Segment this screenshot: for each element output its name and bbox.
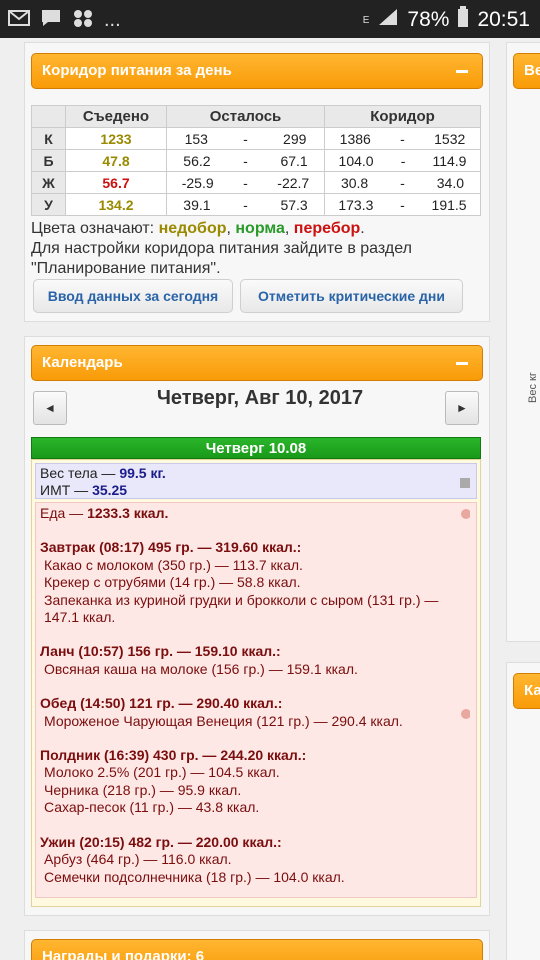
- food-total-value: 1233.3 ккал.: [87, 505, 169, 521]
- message-icon: [40, 8, 62, 33]
- meal-item: Семечки подсолнечника (18 гр.) — 104.0 к…: [44, 868, 345, 885]
- day-body: Вес тела — 99.5 кг. ИМТ — 35.25 Еда — 12…: [31, 459, 481, 907]
- table-header-empty: [31, 105, 66, 128]
- corridor-table: Съедено Осталось Коридор К 1233 153-299 …: [31, 105, 481, 216]
- battery-percent: 78%: [407, 8, 450, 31]
- legend-over: перебор: [293, 220, 361, 237]
- right-widget-calories: Ка: [506, 662, 540, 960]
- meal-item: Черника (218 гр.) — 95.9 ккал.: [44, 781, 242, 798]
- corridor-range: 30.8-34.0: [324, 171, 481, 194]
- weight-box[interactable]: Вес тела — 99.5 кг. ИМТ — 35.25: [35, 463, 477, 499]
- meal-title-snack: Полдник (16:39) 430 гр. — 244.20 ккал.:: [40, 747, 307, 764]
- calendar-date: Четверг, Авг 10, 2017: [156, 387, 364, 409]
- awards-title: Награды и подарки: 6: [42, 948, 205, 960]
- meal-title-supper: Ужин (20:15) 482 гр. — 220.00 ккал.:: [40, 833, 282, 850]
- food-box[interactable]: Еда — 1233.3 ккал. Завтрак (08:17) 495 г…: [35, 502, 477, 898]
- table-row-zh: Ж 56.7 -25.9- -22.7 30.8-34.0: [31, 171, 481, 194]
- weight-value: 99.5 кг.: [119, 465, 166, 481]
- left-range: 56.2-67.1: [166, 149, 325, 172]
- corridor-header[interactable]: Коридор питания за день: [31, 53, 483, 89]
- minimize-icon[interactable]: [456, 70, 468, 73]
- corridor-range: 1386-1532: [324, 127, 481, 150]
- clock: 20:51: [477, 8, 530, 31]
- table-row-u: У 134.2 39.1-57.3 173.3-191.5: [31, 193, 481, 216]
- eaten-value: 47.8: [65, 149, 167, 172]
- table-row-b: Б 47.8 56.2-67.1 104.0-114.9: [31, 149, 481, 172]
- legend: Цвета означают: недобор, норма, перебор.…: [31, 219, 471, 279]
- color-legend: Цвета означают: недобор, норма, перебор.: [31, 220, 365, 237]
- right-widget-calories-header[interactable]: Ка: [513, 673, 540, 709]
- meal-title-breakfast: Завтрак (08:17) 495 гр. — 319.60 ккал.:: [40, 539, 302, 556]
- meal-title-dinner: Обед (14:50) 121 гр. — 290.40 ккал.:: [40, 695, 283, 712]
- table-header-left: Осталось: [166, 105, 325, 128]
- scale-icon: [460, 478, 470, 488]
- meal-item: Мороженое Чарующая Венеция (121 гр.) — 2…: [44, 712, 403, 729]
- row-label: Б: [31, 149, 66, 172]
- eaten-value: 1233: [65, 127, 167, 150]
- row-label: К: [31, 127, 66, 150]
- legend-under: недобор: [158, 220, 227, 237]
- apple-icon: [461, 709, 470, 719]
- bmi-line: ИМТ — 35.25: [40, 482, 128, 498]
- prev-day-button[interactable]: ◄: [33, 391, 67, 425]
- eaten-value: 134.2: [65, 193, 167, 216]
- left-range: -25.9- -22.7: [166, 171, 325, 194]
- meal-item: Овсяная каша на молоке (156 гр.) — 159.1…: [44, 660, 358, 677]
- meal-title-lunch: Ланч (10:57) 156 гр. — 159.10 ккал.:: [40, 643, 281, 660]
- apple-icon: [461, 509, 470, 519]
- calendar-title: Календарь: [42, 354, 123, 371]
- data-e-icon: E: [362, 14, 370, 26]
- mark-critical-days-button[interactable]: Отметить критические дни: [240, 279, 463, 313]
- left-range: 153-299: [166, 127, 325, 150]
- page: Коридор питания за день Съедено Осталось…: [0, 38, 540, 960]
- minimize-icon[interactable]: [456, 362, 468, 365]
- row-label: У: [31, 193, 66, 216]
- left-range: 39.1-57.3: [166, 193, 325, 216]
- meal-item: Арбуз (464 гр.) — 116.0 ккал.: [44, 851, 232, 868]
- table-header-eaten: Съедено: [65, 105, 167, 128]
- mail-icon: [8, 9, 30, 32]
- status-bar: ... E 78% 20:51: [0, 0, 540, 38]
- calendar-widget: Календарь ◄ Четверг, Авг 10, 2017 ► Четв…: [24, 336, 490, 916]
- table-row-k: К 1233 153-299 1386-1532: [31, 127, 481, 150]
- meal-item: Запеканка из куриной грудки и брокколи с…: [44, 591, 439, 626]
- battery-icon: [457, 6, 469, 34]
- right-widget-weight: Ве Вес кг: [506, 42, 540, 642]
- awards-header[interactable]: Награды и подарки: 6: [31, 939, 483, 960]
- meal-item: Какао с молоком (350 гр.) — 113.7 ккал.: [44, 556, 303, 573]
- corridor-widget: Коридор питания за день Съедено Осталось…: [24, 42, 490, 322]
- apps-icon: [72, 8, 94, 33]
- meal-item: Крекер с отрубями (14 гр.) — 58.8 ккал.: [44, 574, 301, 591]
- enter-today-button[interactable]: Ввод данных за сегодня: [33, 279, 233, 313]
- food-total: Еда — 1233.3 ккал.: [40, 505, 169, 521]
- right-widget-weight-header[interactable]: Ве: [513, 53, 540, 89]
- right-widget-axis-label: Вес кг: [527, 372, 539, 403]
- bmi-value: 35.25: [92, 482, 128, 498]
- signal-icon: [377, 7, 399, 33]
- day-header[interactable]: Четверг 10.08: [31, 437, 481, 459]
- next-day-button[interactable]: ►: [445, 391, 479, 425]
- eaten-value: 56.7: [65, 171, 167, 194]
- more-notifications: ...: [104, 9, 121, 31]
- legend-norm: норма: [235, 220, 285, 237]
- weight-line: Вес тела — 99.5 кг.: [40, 465, 166, 481]
- calendar-header[interactable]: Календарь: [31, 345, 483, 381]
- corridor-hint: Для настройки коридора питания зайдите в…: [31, 240, 412, 277]
- meal-item: Молоко 2.5% (201 гр.) — 104.5 ккал.: [44, 764, 280, 781]
- meal-item: Сахар-песок (11 гр.) — 43.8 ккал.: [44, 799, 260, 816]
- corridor-range: 104.0-114.9: [324, 149, 481, 172]
- corridor-title: Коридор питания за день: [42, 62, 232, 79]
- corridor-range: 173.3-191.5: [324, 193, 481, 216]
- awards-widget: Награды и подарки: 6: [24, 930, 490, 960]
- row-label: Ж: [31, 171, 66, 194]
- table-header-corridor: Коридор: [324, 105, 481, 128]
